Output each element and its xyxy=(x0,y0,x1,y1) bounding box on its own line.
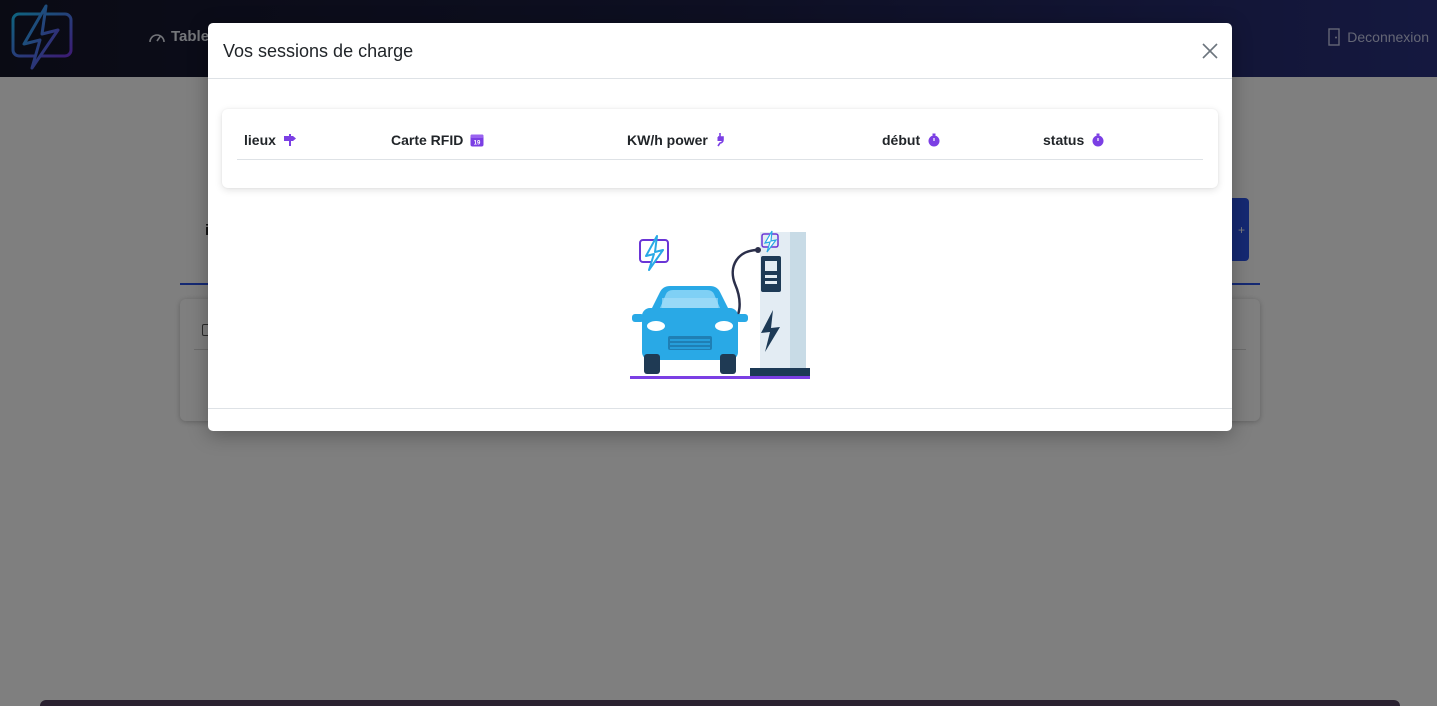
column-label: KW/h power xyxy=(627,132,708,148)
column-header-rfid[interactable]: Carte RFID 19 xyxy=(391,132,484,148)
electric-car-icon xyxy=(632,286,748,374)
column-label: lieux xyxy=(244,132,276,148)
column-label: Carte RFID xyxy=(391,132,464,148)
calendar-icon: 19 xyxy=(470,134,484,147)
ground-line xyxy=(630,376,810,379)
column-label: début xyxy=(882,132,921,148)
logo-badge-icon xyxy=(639,235,669,271)
modal-header: Vos sessions de charge xyxy=(208,23,1232,79)
close-icon xyxy=(1202,43,1218,59)
charge-sessions-modal: Vos sessions de charge lieux Carte RFID … xyxy=(208,23,1232,431)
plug-icon xyxy=(717,133,724,147)
column-label: status xyxy=(1043,132,1085,148)
stopwatch-icon xyxy=(1092,133,1104,147)
modal-title: Vos sessions de charge xyxy=(223,41,414,61)
signpost-icon xyxy=(283,134,296,146)
ev-charging-illustration xyxy=(630,230,810,379)
table-header-divider xyxy=(237,159,1203,160)
column-header-power[interactable]: KW/h power xyxy=(627,132,725,148)
sessions-table: lieux Carte RFID 19 KW/h power début sta… xyxy=(222,109,1218,188)
bottom-edge-bar xyxy=(40,700,1400,706)
column-header-lieux[interactable]: lieux xyxy=(244,132,297,148)
column-header-debut[interactable]: début xyxy=(882,132,941,148)
close-button[interactable] xyxy=(1198,39,1222,63)
stopwatch-icon xyxy=(928,133,940,147)
calendar-day: 19 xyxy=(474,141,481,147)
modal-footer-divider xyxy=(208,408,1232,409)
column-header-status[interactable]: status xyxy=(1043,132,1105,148)
